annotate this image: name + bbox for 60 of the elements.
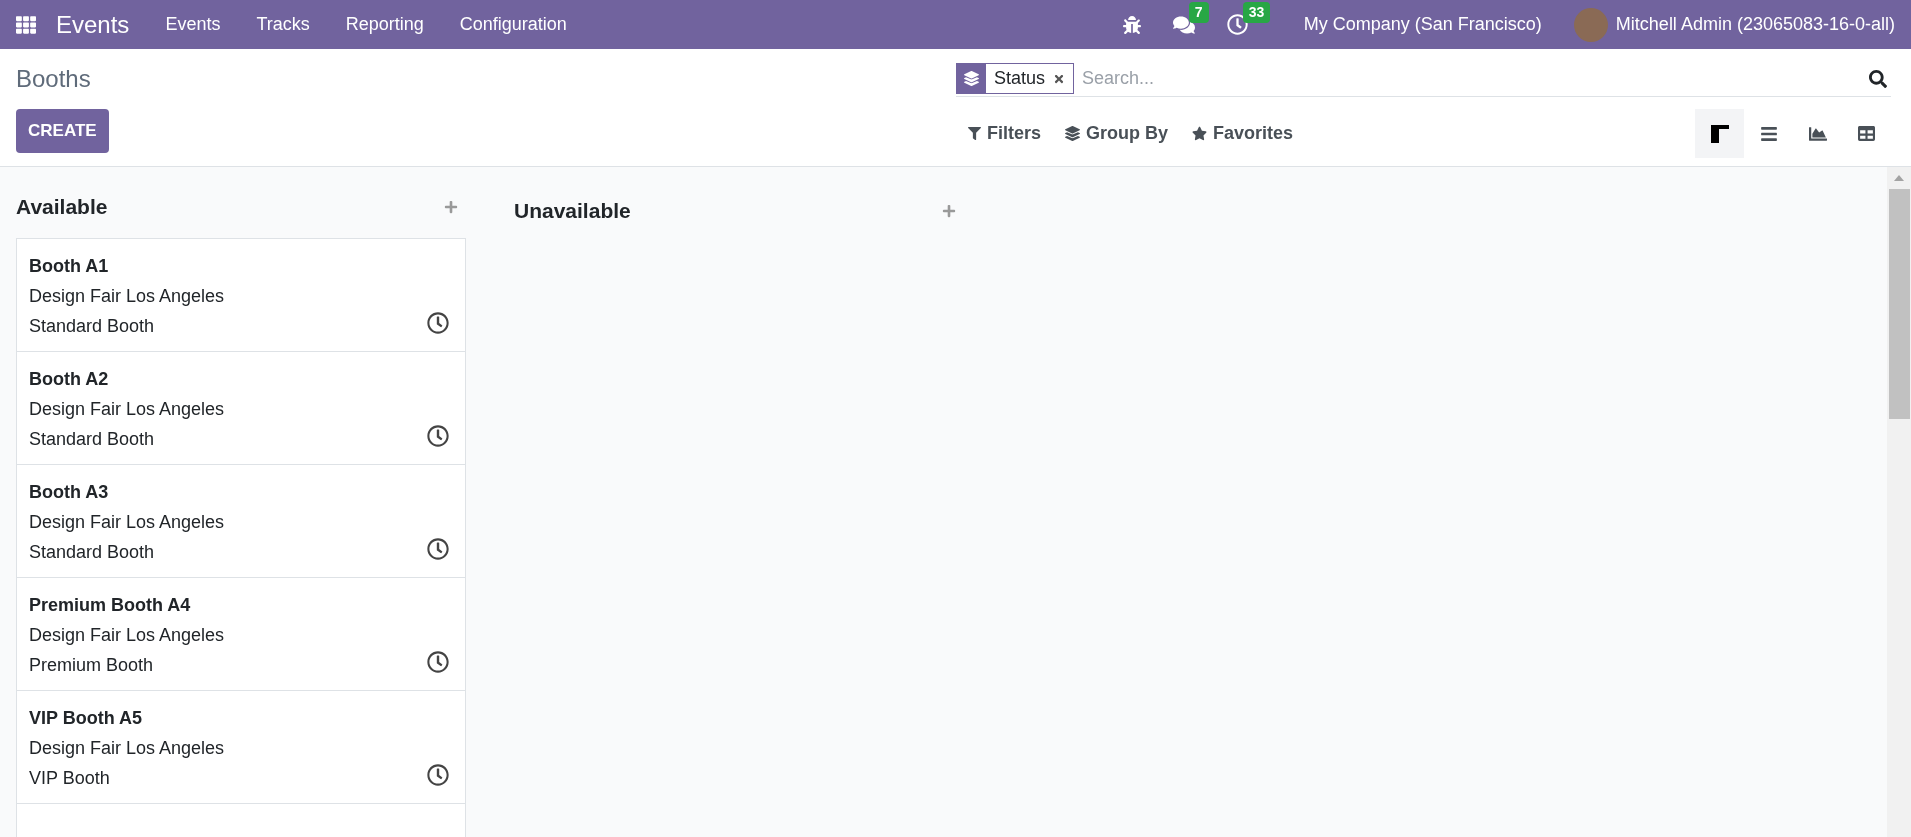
booth-category: Premium Booth — [29, 653, 154, 677]
star-icon — [1192, 126, 1208, 141]
facet-value: Status — [993, 67, 1047, 90]
activity-clock-icon[interactable] — [427, 311, 449, 334]
column-title: Unavailable — [514, 198, 631, 225]
user-menu[interactable]: Mitchell Admin (23065083-16-0-all) — [1615, 11, 1895, 38]
add-card-icon[interactable] — [444, 199, 458, 214]
graph-view-icon — [1808, 124, 1827, 143]
booth-name: Booth A3 — [29, 480, 110, 504]
company-switcher[interactable]: My Company (San Francisco) — [1303, 11, 1542, 38]
event-name: Design Fair Los Angeles — [29, 284, 226, 308]
app-name[interactable]: Events — [56, 6, 130, 43]
search-option-toggle[interactable]: Favorites — [1192, 120, 1294, 147]
menu-item[interactable]: Reporting — [345, 11, 424, 38]
apps-menu-icon[interactable] — [16, 14, 36, 35]
booth-card[interactable]: Booth A1 Design Fair Los Angeles Standard Booth — [16, 237, 466, 352]
booth-name: Booth A1 — [29, 254, 110, 278]
list-view-icon — [1759, 124, 1778, 143]
event-name: Design Fair Los Angeles — [29, 397, 226, 421]
booth-name: Booth A2 — [29, 367, 110, 391]
activity-clock-icon[interactable] — [427, 763, 449, 786]
activity-clock-icon[interactable] — [427, 650, 449, 673]
booth-name: VIP Booth A5 — [29, 706, 143, 730]
menu-item[interactable]: Events — [165, 11, 221, 38]
create-button[interactable]: CREATE — [16, 109, 109, 153]
menu-item[interactable]: Tracks — [256, 11, 310, 38]
booth-category: Standard Booth — [29, 427, 155, 451]
booth-card[interactable]: Premium Booth A4 Design Fair Los Angeles Premium Booth — [16, 576, 466, 691]
search-option-toggle[interactable]: Group By — [1065, 120, 1169, 147]
event-name: Design Fair Los Angeles — [29, 736, 226, 760]
event-name: Design Fair Los Angeles — [29, 623, 226, 647]
page-title: Booths — [16, 64, 92, 94]
column-title: Available — [16, 194, 108, 220]
kanban-view-icon — [1710, 124, 1729, 143]
booth-category: VIP Booth — [29, 766, 110, 790]
search-field[interactable]: Search... — [1082, 65, 1869, 92]
booth-card[interactable]: VIP Booth A5 Design Fair Los Angeles VIP Booth — [16, 689, 466, 804]
search-icon[interactable] — [1869, 69, 1887, 88]
layers-icon — [964, 71, 979, 86]
activity-clock-icon[interactable] — [427, 537, 449, 560]
search-option-toggle[interactable]: Filters — [968, 120, 1042, 147]
activity-clock-icon[interactable] — [427, 424, 449, 447]
remove-facet-icon[interactable] — [1053, 72, 1066, 85]
activities-clock-icon[interactable] — [1226, 14, 1248, 35]
booth-name: Premium Booth A4 — [29, 593, 192, 617]
debug-bug-icon[interactable] — [1122, 15, 1141, 34]
add-card-icon[interactable] — [942, 204, 956, 218]
activities-count-badge: 33 — [1242, 2, 1271, 23]
menu-item[interactable]: Configuration — [459, 11, 567, 38]
booth-card[interactable]: Booth A2 Design Fair Los Angeles Standard Booth — [16, 350, 466, 465]
pivot-view-icon — [1858, 125, 1875, 142]
booth-card[interactable]: Booth A3 Design Fair Los Angeles Standard Booth — [16, 463, 466, 578]
booth-category: Standard Booth — [29, 540, 155, 564]
scrollbar-thumb[interactable] — [1888, 189, 1910, 419]
messages-count-badge: 7 — [1188, 1, 1209, 23]
filter-icon — [968, 127, 981, 140]
event-name: Design Fair Los Angeles — [29, 510, 226, 534]
view-switcher-button[interactable] — [1695, 109, 1744, 158]
booth-category: Standard Booth — [29, 314, 155, 338]
layers-icon — [1065, 126, 1081, 141]
